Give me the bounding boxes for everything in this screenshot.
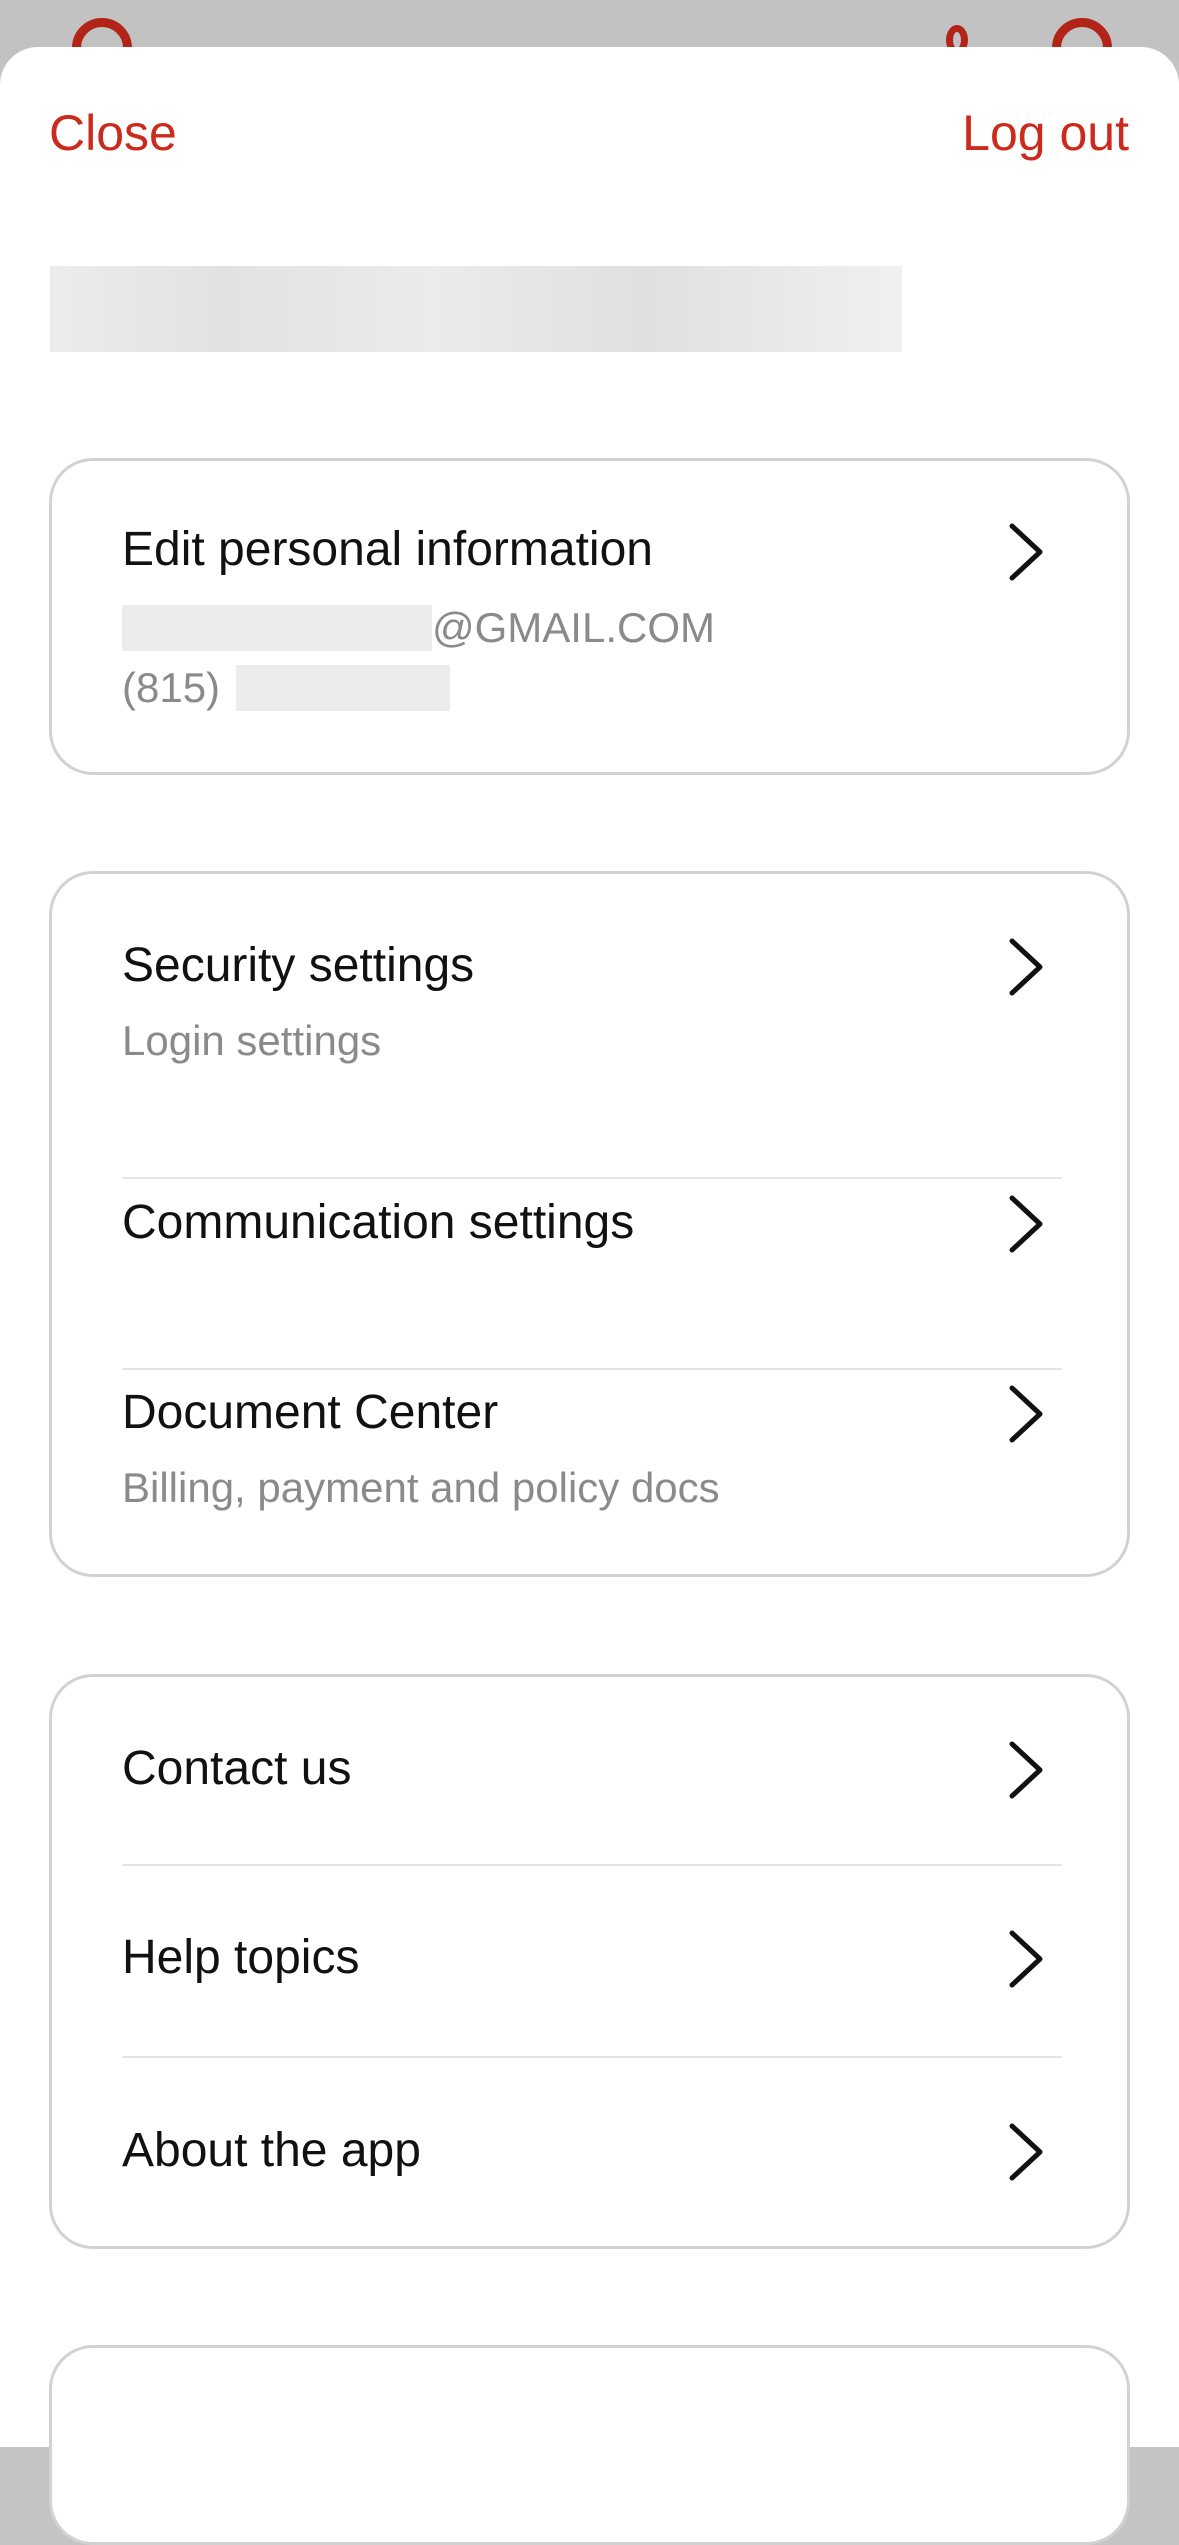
- contact-us-title: Contact us: [122, 1742, 352, 1795]
- chevron-right-icon: [1009, 1930, 1043, 1988]
- email-redacted: [122, 605, 432, 651]
- chevron-right-icon: [1009, 1195, 1043, 1253]
- help-topics-title: Help topics: [122, 1931, 360, 1984]
- settings-card: Security settings Login settings Communi…: [49, 871, 1130, 1577]
- contact-us-row[interactable]: Contact us: [52, 1677, 1127, 1864]
- help-topics-row[interactable]: Help topics: [52, 1866, 1127, 2056]
- phone-line: (815): [122, 662, 451, 714]
- next-card-partial: [49, 2345, 1130, 2545]
- document-center-row[interactable]: Document Center Billing, payment and pol…: [52, 1370, 1127, 1577]
- chevron-right-icon: [1009, 938, 1043, 996]
- chevron-right-icon: [1009, 2123, 1043, 2181]
- phone-redacted: [236, 665, 451, 711]
- document-center-subtitle: Billing, payment and policy docs: [122, 1464, 720, 1511]
- account-name-redacted: [50, 266, 902, 352]
- close-button[interactable]: Close: [49, 103, 177, 163]
- security-settings-subtitle: Login settings: [122, 1017, 382, 1064]
- communication-settings-title: Communication settings: [122, 1196, 635, 1249]
- email-line: @GMAIL.COM: [122, 602, 715, 654]
- edit-personal-info-title: Edit personal information: [122, 523, 653, 576]
- account-sheet: Close Log out Edit personal information …: [0, 47, 1179, 2545]
- communication-settings-row[interactable]: Communication settings: [52, 1179, 1127, 1368]
- about-app-title: About the app: [122, 2124, 421, 2177]
- help-card: Contact us Help topics About the app: [49, 1674, 1130, 2249]
- security-settings-title: Security settings: [122, 939, 475, 992]
- logout-button[interactable]: Log out: [962, 103, 1129, 163]
- phone-prefix: (815): [122, 664, 221, 711]
- chevron-right-icon: [1009, 1741, 1043, 1799]
- chevron-right-icon: [1009, 1385, 1043, 1443]
- email-suffix: @GMAIL.COM: [432, 604, 715, 651]
- chevron-right-icon: [1009, 523, 1043, 581]
- edit-personal-info-row[interactable]: Edit personal information @GMAIL.COM (81…: [52, 461, 1127, 778]
- profile-card: Edit personal information @GMAIL.COM (81…: [49, 458, 1130, 775]
- about-app-row[interactable]: About the app: [52, 2058, 1127, 2248]
- security-settings-row[interactable]: Security settings Login settings: [52, 874, 1127, 1129]
- document-center-title: Document Center: [122, 1386, 499, 1439]
